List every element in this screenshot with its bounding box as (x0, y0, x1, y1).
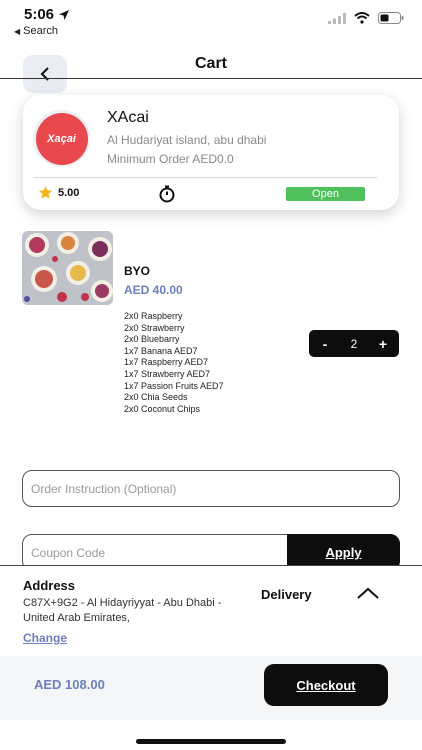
item-price: AED 40.00 (124, 283, 183, 297)
item-name: BYO (124, 264, 151, 278)
home-indicator (136, 739, 286, 744)
address-text: C87X+9G2 - Al Hidayriyyat - Abu Dhabi - … (23, 597, 222, 624)
card-divider (33, 177, 377, 178)
status-time: 5:06 (24, 6, 70, 23)
item-option: 1x7 Strawberry AED7 (124, 368, 211, 379)
store-rating: 5.00 (38, 185, 79, 200)
delivery-label: Delivery (261, 587, 312, 602)
item-options-list: 2x0 Raspberry 2x0 Strawberry 2x0 Bluebar… (124, 311, 224, 415)
item-option: 2x0 Raspberry (124, 311, 183, 321)
store-logo: Xaçai (33, 110, 90, 167)
store-card[interactable]: Xaçai XAcai Al Hudariyat island, abu dha… (23, 95, 399, 210)
item-option: 2x0 Chia Seeds (124, 392, 188, 403)
address-title: Address (23, 578, 76, 593)
increment-button[interactable]: + (376, 336, 390, 352)
checkout-bar: AED 108.00 Checkout (0, 656, 422, 720)
item-option: 2x0 Bluebarry (124, 334, 180, 345)
item-option: 1x7 Banana AED7 (124, 345, 198, 356)
item-image (22, 231, 113, 305)
back-triangle-icon: ◀ (14, 26, 21, 36)
total-price: AED 108.00 (34, 677, 105, 692)
quantity-value: 2 (350, 336, 358, 351)
back-to-search-label: Search (23, 25, 59, 37)
stopwatch-icon (159, 185, 175, 203)
order-instruction-input[interactable] (22, 470, 400, 507)
store-name: XAcai (107, 109, 149, 126)
page-title: Cart (194, 55, 227, 72)
item-option: 2x0 Coconut Chips (124, 403, 201, 414)
store-logo-text: Xaçai (35, 112, 88, 165)
store-minimum-order: Minimum Order AED0.0 (107, 152, 234, 166)
status-badge: Open (286, 187, 365, 201)
checkout-button[interactable]: Checkout (264, 664, 388, 706)
header-divider (0, 78, 422, 79)
decrement-button[interactable]: - (318, 336, 332, 352)
item-option: 1x7 Raspberry AED7 (124, 357, 209, 368)
battery-icon (378, 12, 404, 24)
store-address: Al Hudariyat island, abu dhabi (107, 133, 267, 147)
status-icons (328, 12, 404, 24)
location-arrow-icon (59, 9, 70, 20)
change-address-link[interactable]: Change (23, 631, 67, 645)
chevron-up-icon[interactable] (356, 586, 380, 600)
wifi-icon (354, 12, 370, 24)
quantity-stepper: - 2 + (309, 330, 399, 357)
acai-bowls-image (22, 231, 113, 305)
status-time-text: 5:06 (24, 6, 55, 23)
back-to-search[interactable]: ◀ Search (14, 25, 58, 37)
store-rating-value: 5.00 (58, 186, 80, 199)
item-option: 1x7 Passion Fruits AED7 (124, 380, 224, 391)
item-option: 2x0 Strawberry (124, 322, 185, 333)
signal-icon (328, 12, 346, 24)
star-icon (38, 185, 53, 199)
bottom-sheet: Address C87X+9G2 - Al Hidayriyyat - Abu … (0, 565, 422, 750)
